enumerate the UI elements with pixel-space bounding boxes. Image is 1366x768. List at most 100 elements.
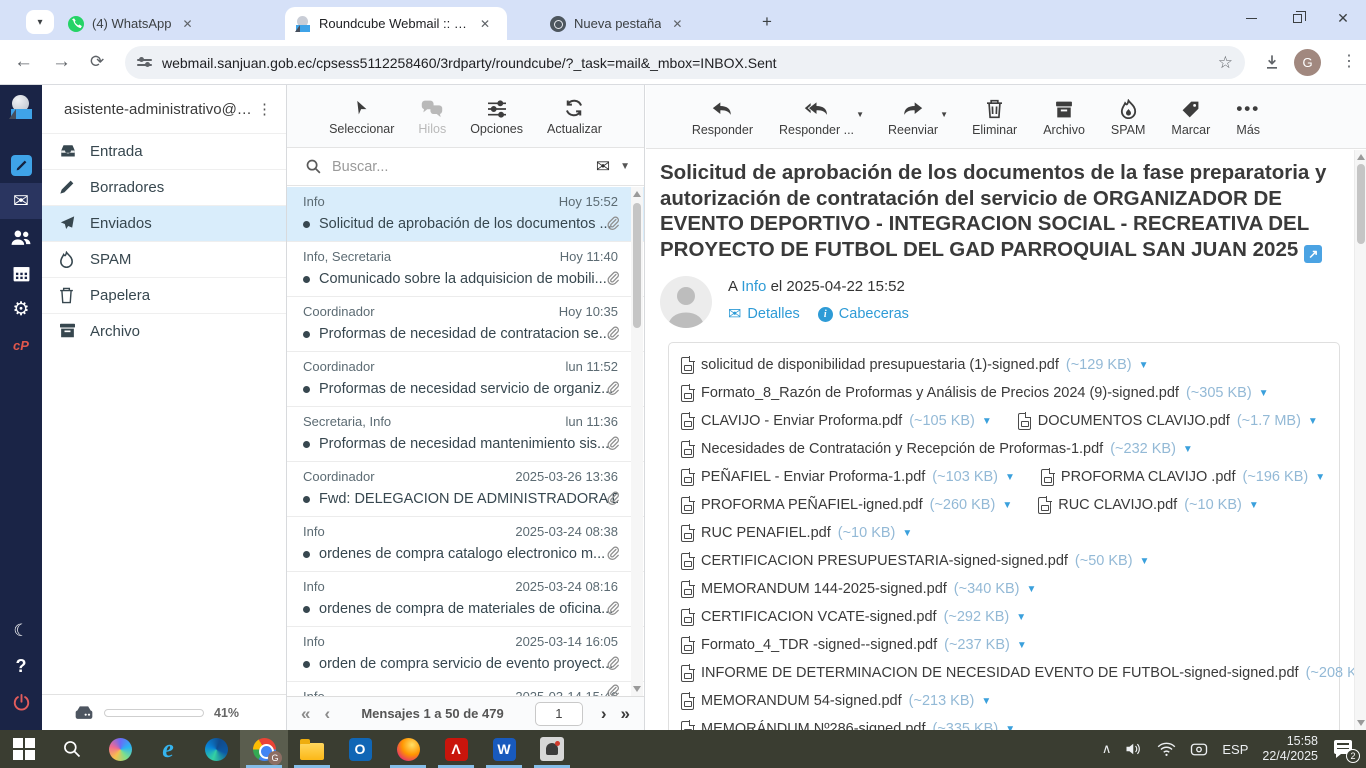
profile-avatar[interactable]: G <box>1294 49 1321 76</box>
headers-toggle[interactable]: iCabeceras <box>818 306 909 322</box>
folder-item[interactable]: Papelera <box>42 277 286 313</box>
tab-roundcube[interactable]: Roundcube Webmail :: Enviados ✕ <box>285 7 507 40</box>
attachment-item[interactable]: MEMORANDUM 54-signed.pdf (~213 KB) ▼ <box>681 687 991 715</box>
attachment-item[interactable]: MEMORANDUM 144-2025-signed.pdf (~340 KB)… <box>681 575 1036 603</box>
attachment-menu-icon[interactable]: ▼ <box>1005 472 1015 483</box>
new-tab-button[interactable]: + <box>755 10 779 34</box>
browser-menu-button[interactable]: ⋮ <box>1341 51 1357 71</box>
cpanel-button[interactable]: cP <box>0 327 42 363</box>
reload-button[interactable]: ⟳ <box>90 52 104 72</box>
attachment-item[interactable]: PROFORMA CLAVIJO .pdf (~196 KB) ▼ <box>1041 463 1325 491</box>
attachment-item[interactable]: Formato_4_TDR -signed--signed.pdf (~237 … <box>681 631 1027 659</box>
attachment-item[interactable]: RUC PENAFIEL.pdf (~10 KB) ▼ <box>681 519 912 547</box>
attachment-menu-icon[interactable]: ▼ <box>1002 500 1012 511</box>
contacts-nav-button[interactable] <box>0 219 42 255</box>
spam-button[interactable]: SPAM <box>1111 97 1146 137</box>
tab-close-icon[interactable]: ✕ <box>669 17 685 31</box>
folder-item[interactable]: Enviados <box>42 205 286 241</box>
refresh-button[interactable]: Actualizar <box>547 96 602 136</box>
taskbar-acrobat-button[interactable]: Λ <box>432 730 480 768</box>
attachment-item[interactable]: CERTIFICACION PRESUPUESTARIA-signed-sign… <box>681 547 1149 575</box>
next-page-icon[interactable]: › <box>601 705 607 722</box>
taskbar-search-button[interactable] <box>48 730 96 768</box>
message-row[interactable]: Info, Secretaria Hoy 11:40 Comunicado so… <box>287 242 644 297</box>
volume-icon[interactable] <box>1125 741 1143 757</box>
window-minimize-button[interactable] <box>1228 0 1274 36</box>
prev-page-icon[interactable]: ‹ <box>324 705 330 722</box>
message-row[interactable]: Info 2025-03-14 15:46 <box>287 682 644 696</box>
logout-button[interactable] <box>0 684 42 720</box>
taskbar-explorer-button[interactable] <box>288 730 336 768</box>
attachment-menu-icon[interactable]: ▼ <box>1017 640 1027 651</box>
search-options-chevron-icon[interactable]: ▼ <box>620 161 630 172</box>
attachment-item[interactable]: CLAVIJO - Enviar Proforma.pdf (~105 KB) … <box>681 407 992 435</box>
forward-chevron-icon[interactable]: ▼ <box>940 110 948 119</box>
action-center-button[interactable]: 2 <box>1332 739 1354 759</box>
attachment-item[interactable]: MEMORÁNDUM Nº286-signed.pdf (~335 KB) ▼ <box>681 715 1015 730</box>
attachment-menu-icon[interactable]: ▼ <box>1315 472 1325 483</box>
list-scroll-thumb[interactable] <box>633 203 641 328</box>
address-bar[interactable]: webmail.sanjuan.gob.ec/cpsess5112258460/… <box>125 46 1245 79</box>
attachment-item[interactable]: Necesidades de Contratación y Recepción … <box>681 435 1193 463</box>
message-row[interactable]: Coordinador Hoy 10:35 Proformas de neces… <box>287 297 644 352</box>
reply-button[interactable]: Responder <box>692 97 753 137</box>
tab-close-icon[interactable]: ✕ <box>477 17 493 31</box>
last-page-icon[interactable]: » <box>621 705 630 722</box>
page-number-input[interactable]: 1 <box>535 702 583 726</box>
attachment-item[interactable]: solicitud de disponibilidad presupuestar… <box>681 351 1149 379</box>
first-page-icon[interactable]: « <box>301 705 310 722</box>
attachment-menu-icon[interactable]: ▼ <box>1139 360 1149 371</box>
reply-all-chevron-icon[interactable]: ▼ <box>856 110 864 119</box>
attachment-menu-icon[interactable]: ▼ <box>1249 500 1259 511</box>
tray-expand-icon[interactable]: ∧ <box>1102 741 1112 757</box>
back-button[interactable]: ← <box>14 51 33 73</box>
archive-button[interactable]: Archivo <box>1043 97 1085 137</box>
calendar-nav-button[interactable] <box>0 255 42 291</box>
folder-item[interactable]: Archivo <box>42 313 286 349</box>
options-button[interactable]: Opciones <box>470 96 523 136</box>
recipient-link[interactable]: Info <box>741 278 766 295</box>
message-row[interactable]: Secretaria, Info lun 11:36 Proformas de … <box>287 407 644 462</box>
attachment-item[interactable]: Formato_8_Razón de Proformas y Análisis … <box>681 379 1269 407</box>
attachment-menu-icon[interactable]: ▼ <box>1140 556 1150 567</box>
attachment-item[interactable]: PEÑAFIEL - Enviar Proforma-1.pdf (~103 K… <box>681 463 1015 491</box>
message-row[interactable]: Info 2025-03-14 16:05 orden de compra se… <box>287 627 644 682</box>
tab-list-chevron-button[interactable]: ▾ <box>26 10 54 34</box>
folder-item[interactable]: Borradores <box>42 169 286 205</box>
taskbar-chrome-button[interactable]: G <box>240 730 288 768</box>
help-button[interactable]: ? <box>0 648 42 684</box>
search-scope-icon[interactable]: ✉ <box>596 157 610 177</box>
message-row[interactable]: Info 2025-03-24 08:38 ordenes de compra … <box>287 517 644 572</box>
message-row[interactable]: Coordinador 2025-03-26 13:36 Fwd: DELEGA… <box>287 462 644 517</box>
account-menu-icon[interactable]: ⋮ <box>257 100 272 118</box>
wifi-icon[interactable] <box>1157 742 1176 757</box>
taskbar-app-button[interactable] <box>528 730 576 768</box>
tray-language[interactable]: ESP <box>1222 742 1248 757</box>
list-scrollbar[interactable] <box>631 187 643 696</box>
scroll-down-icon[interactable] <box>1357 720 1365 726</box>
window-close-button[interactable]: ✕ <box>1320 0 1366 36</box>
meet-now-icon[interactable] <box>1190 742 1208 757</box>
compose-button[interactable] <box>0 147 42 183</box>
message-row[interactable]: Coordinador lun 11:52 Proformas de neces… <box>287 352 644 407</box>
taskbar-outlook-button[interactable]: O <box>336 730 384 768</box>
attachment-menu-icon[interactable]: ▼ <box>902 528 912 539</box>
attachment-item[interactable]: DOCUMENTOS CLAVIJO.pdf (~1.7 MB) ▼ <box>1018 407 1318 435</box>
search-bar[interactable]: Buscar... ✉ ▼ <box>287 148 644 186</box>
reply-all-button[interactable]: Responder ... ▼ <box>779 97 854 137</box>
attachment-menu-icon[interactable]: ▼ <box>982 416 992 427</box>
roundcube-logo[interactable] <box>0 85 42 129</box>
settings-nav-button[interactable]: ⚙ <box>0 291 42 327</box>
taskbar-edge-button[interactable] <box>192 730 240 768</box>
reader-scroll-thumb[interactable] <box>1357 164 1365 244</box>
attachment-menu-icon[interactable]: ▼ <box>1016 612 1026 623</box>
tab-whatsapp[interactable]: (4) WhatsApp ✕ <box>58 7 282 40</box>
threads-button[interactable]: Hilos <box>418 96 446 136</box>
reader-scrollbar[interactable] <box>1354 150 1366 730</box>
open-in-new-window-icon[interactable]: ↗ <box>1304 245 1322 263</box>
tray-clock[interactable]: 15:58 22/4/2025 <box>1262 734 1318 764</box>
mail-nav-button[interactable]: ✉ <box>0 183 42 219</box>
details-toggle[interactable]: ✉Detalles <box>728 304 800 324</box>
folder-item[interactable]: SPAM <box>42 241 286 277</box>
folder-item[interactable]: Entrada <box>42 133 286 169</box>
